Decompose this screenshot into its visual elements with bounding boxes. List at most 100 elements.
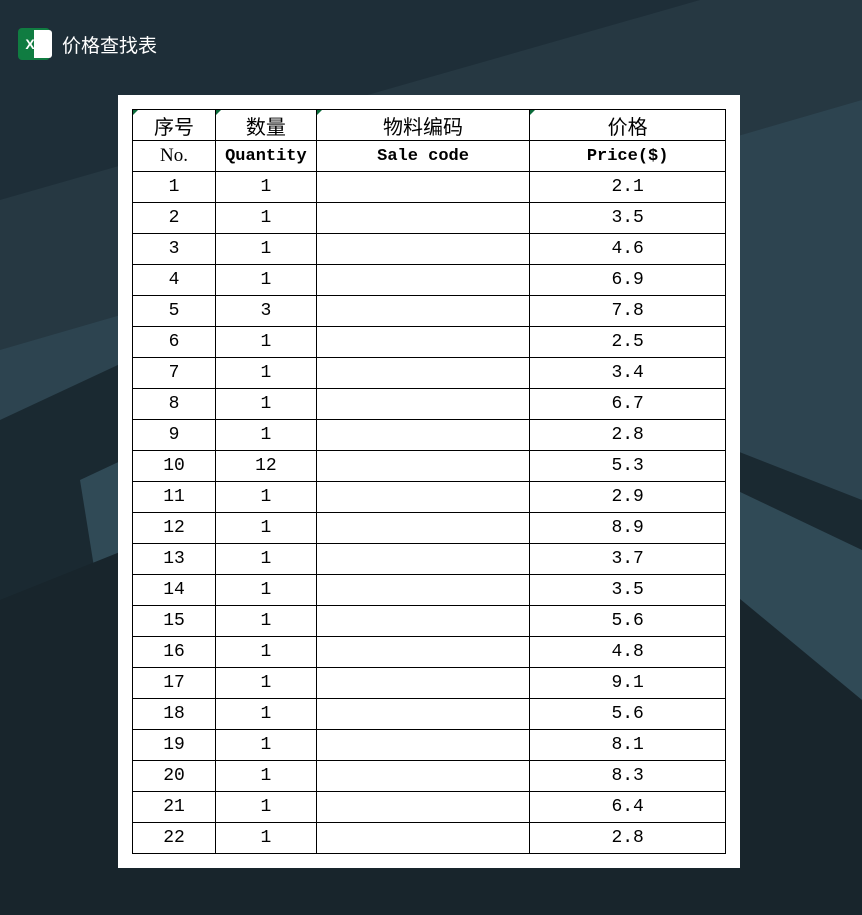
cell-price: 2.9 (530, 482, 726, 513)
excel-app-icon: X (18, 28, 50, 60)
cell-price: 5.6 (530, 606, 726, 637)
cell-price: 6.7 (530, 389, 726, 420)
cell-price: 5.6 (530, 699, 726, 730)
cell-no: 8 (133, 389, 216, 420)
cell-code (316, 203, 529, 234)
cell-no: 22 (133, 823, 216, 854)
table-row: 713.4 (133, 358, 726, 389)
header-row-en: No. Quantity Sale code Price($) (133, 141, 726, 172)
cell-qty: 1 (216, 823, 317, 854)
cell-qty: 1 (216, 358, 317, 389)
cell-qty: 1 (216, 327, 317, 358)
cell-no: 17 (133, 668, 216, 699)
cell-qty: 1 (216, 668, 317, 699)
cell-price: 9.1 (530, 668, 726, 699)
table-row: 141 3.5 (133, 575, 726, 606)
table-row: 181 5.6 (133, 699, 726, 730)
table-row: 221 2.8 (133, 823, 726, 854)
cell-price: 3.5 (530, 575, 726, 606)
cell-qty: 1 (216, 637, 317, 668)
cell-no: 14 (133, 575, 216, 606)
cell-qty: 12 (216, 451, 317, 482)
table-row: 213.5 (133, 203, 726, 234)
cell-code (316, 792, 529, 823)
table-row: 111 2.9 (133, 482, 726, 513)
table-row: 612.5 (133, 327, 726, 358)
cell-no: 16 (133, 637, 216, 668)
cell-price: 5.3 (530, 451, 726, 482)
cell-qty: 1 (216, 699, 317, 730)
col-header-price-en: Price($) (530, 141, 726, 172)
cell-no: 19 (133, 730, 216, 761)
table-row: 2018.3 (133, 761, 726, 792)
cell-no: 12 (133, 513, 216, 544)
cell-code (316, 389, 529, 420)
col-header-price-cn: 价格 (530, 110, 726, 141)
cell-code (316, 265, 529, 296)
table-row: 416.9 (133, 265, 726, 296)
cell-no: 7 (133, 358, 216, 389)
cell-code (316, 606, 529, 637)
cell-price: 6.4 (530, 792, 726, 823)
table-row: 1515.6 (133, 606, 726, 637)
cell-code (316, 730, 529, 761)
cell-qty: 1 (216, 203, 317, 234)
cell-qty: 1 (216, 730, 317, 761)
cell-code (316, 482, 529, 513)
cell-no: 11 (133, 482, 216, 513)
header-row-cn: 序号 数量 物料编码 价格 (133, 110, 726, 141)
cell-price: 3.5 (530, 203, 726, 234)
cell-no: 20 (133, 761, 216, 792)
cell-price: 3.4 (530, 358, 726, 389)
cell-price: 4.8 (530, 637, 726, 668)
cell-qty: 1 (216, 761, 317, 792)
table-row: 1918.1 (133, 730, 726, 761)
cell-qty: 1 (216, 265, 317, 296)
table-row: 161 4.8 (133, 637, 726, 668)
cell-price: 2.8 (530, 420, 726, 451)
table-row: 314.6 (133, 234, 726, 265)
cell-qty: 1 (216, 792, 317, 823)
cell-price: 2.8 (530, 823, 726, 854)
cell-code (316, 823, 529, 854)
col-header-no-en: No. (133, 141, 216, 172)
table-row: 816.7 (133, 389, 726, 420)
table-row: 131 3.7 (133, 544, 726, 575)
cell-code (316, 327, 529, 358)
cell-qty: 1 (216, 172, 317, 203)
cell-no: 15 (133, 606, 216, 637)
cell-no: 5 (133, 296, 216, 327)
table-row: 121 8.9 (133, 513, 726, 544)
col-header-qty-en: Quantity (216, 141, 317, 172)
col-header-no-cn: 序号 (133, 110, 216, 141)
cell-code (316, 575, 529, 606)
cell-price: 4.6 (530, 234, 726, 265)
cell-no: 1 (133, 172, 216, 203)
cell-code (316, 544, 529, 575)
table-row: 112.1 (133, 172, 726, 203)
cell-code (316, 637, 529, 668)
cell-code (316, 296, 529, 327)
table-body: 112.1213.5314.6416.9537.8612.5713.4816.7… (133, 172, 726, 854)
cell-no: 21 (133, 792, 216, 823)
excel-icon-letter: X (25, 36, 34, 52)
col-header-qty-cn: 数量 (216, 110, 317, 141)
cell-qty: 1 (216, 544, 317, 575)
cell-qty: 1 (216, 234, 317, 265)
cell-qty: 1 (216, 420, 317, 451)
cell-code (316, 358, 529, 389)
cell-no: 18 (133, 699, 216, 730)
cell-no: 4 (133, 265, 216, 296)
cell-price: 2.1 (530, 172, 726, 203)
cell-price: 8.9 (530, 513, 726, 544)
cell-code (316, 761, 529, 792)
cell-no: 10 (133, 451, 216, 482)
cell-qty: 1 (216, 482, 317, 513)
cell-code (316, 668, 529, 699)
table-row: 912.8 (133, 420, 726, 451)
cell-qty: 3 (216, 296, 317, 327)
cell-price: 3.7 (530, 544, 726, 575)
cell-no: 13 (133, 544, 216, 575)
cell-qty: 1 (216, 575, 317, 606)
cell-qty: 1 (216, 513, 317, 544)
